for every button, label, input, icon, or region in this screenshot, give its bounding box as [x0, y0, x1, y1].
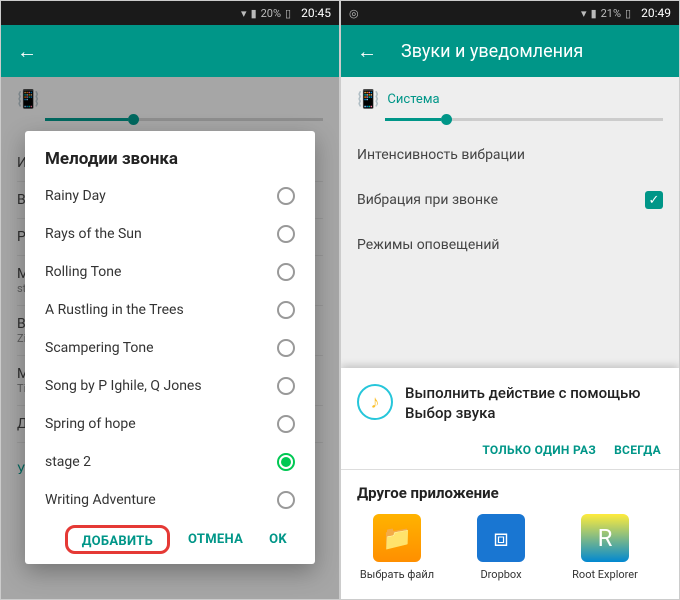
toolbar: ←: [1, 25, 339, 77]
ringtone-label: Writing Adventure: [45, 492, 156, 508]
ok-button[interactable]: OK: [261, 526, 295, 553]
ringtone-label: Rolling Tone: [45, 264, 121, 280]
radio-icon[interactable]: [277, 377, 295, 395]
phone-left: ▾ ▮ 20% ▯ 20:45 ← 📳 И В Р Мst ВZi МTi Д …: [0, 0, 340, 600]
ringtone-label: Rays of the Sun: [45, 226, 142, 242]
status-bar: ◎ ▾ ▮ 21% ▯ 20:49: [341, 1, 679, 25]
ringtone-label: stage 2: [45, 454, 91, 470]
row-label: Вибрация при звонке: [357, 192, 498, 208]
radio-icon[interactable]: [277, 453, 295, 471]
ringtone-item[interactable]: Spring of hope: [45, 405, 295, 443]
ringtone-dialog: Мелодии звонка Rainy DayRays of the SunR…: [25, 131, 315, 564]
signal-icon: ▮: [591, 7, 597, 20]
row-label: Интенсивность вибрации: [357, 147, 525, 163]
ringtone-item[interactable]: Writing Adventure: [45, 481, 295, 519]
signal-icon: ▮: [251, 7, 257, 20]
ringtone-list: Rainy Day Rays of the Sun Rolling Tone A Ru…: [45, 177, 295, 519]
action-title: Выполнить действие с помощью Выбор звука: [405, 384, 663, 423]
ringtone-item[interactable]: A Rustling in the Trees: [45, 291, 295, 329]
ringtone-label: A Rustling in the Trees: [45, 302, 184, 318]
ringtone-label: Rainy Day: [45, 188, 106, 204]
ringtone-item[interactable]: stage 2: [45, 443, 295, 481]
app-row: 📁 Выбрать файл ⧈ Dropbox R Root Explorer: [357, 514, 663, 581]
radio-icon[interactable]: [277, 225, 295, 243]
vibration-intensity-row[interactable]: Интенсивность вибрации: [341, 133, 679, 177]
battery-icon: ▯: [285, 7, 291, 20]
ringtone-item[interactable]: Rainy Day: [45, 177, 295, 215]
ringtone-item[interactable]: Rays of the Sun: [45, 215, 295, 253]
spotify-icon: ◎: [349, 7, 359, 20]
file-icon: 📁: [373, 514, 421, 562]
radio-icon[interactable]: [277, 415, 295, 433]
ringtone-label: Song by P Ighile, Q Jones: [45, 378, 202, 394]
battery-pct: 21%: [601, 7, 621, 20]
phone-vibrate-icon: 📳: [357, 89, 379, 110]
add-button[interactable]: ДОБАВИТЬ: [74, 528, 161, 555]
ringtone-item[interactable]: Rolling Tone: [45, 253, 295, 291]
ringtone-label: Spring of hope: [45, 416, 136, 432]
app-label: Root Explorer: [572, 568, 638, 581]
app-label: Dropbox: [480, 568, 521, 581]
back-icon[interactable]: ←: [17, 39, 37, 64]
radio-icon[interactable]: [277, 301, 295, 319]
wifi-icon: ▾: [581, 7, 587, 20]
other-app-title: Другое приложение: [357, 484, 663, 502]
ringtone-label: Scampering Tone: [45, 340, 154, 356]
status-bar: ▾ ▮ 20% ▯ 20:45: [1, 1, 339, 25]
status-time: 20:45: [301, 6, 331, 20]
alert-modes-row[interactable]: Режимы оповещений: [341, 223, 679, 267]
system-volume-slider[interactable]: [385, 118, 663, 121]
app-item[interactable]: 📁 Выбрать файл: [357, 514, 437, 581]
vibrate-checkbox[interactable]: ✓: [645, 191, 663, 209]
radio-icon[interactable]: [277, 187, 295, 205]
vibrate-on-call-row[interactable]: Вибрация при звонке ✓: [341, 177, 679, 223]
phone-right: ◎ ▾ ▮ 21% ▯ 20:49 ← Звуки и уведомления …: [340, 0, 680, 600]
slider-label: Система: [387, 92, 439, 107]
wifi-icon: ▾: [241, 7, 247, 20]
highlight-add: ДОБАВИТЬ: [65, 525, 170, 554]
battery-icon: ▯: [625, 7, 631, 20]
back-icon[interactable]: ←: [357, 39, 377, 64]
action-sheet: ♪ Выполнить действие с помощью Выбор зву…: [341, 368, 679, 599]
dialog-title: Мелодии звонка: [45, 149, 295, 169]
toolbar-title: Звуки и уведомления: [401, 41, 583, 62]
just-once-button[interactable]: ТОЛЬКО ОДИН РАЗ: [482, 443, 596, 457]
app-label: Выбрать файл: [360, 568, 434, 581]
ringtone-item[interactable]: Song by P Ighile, Q Jones: [45, 367, 295, 405]
status-time: 20:49: [641, 6, 671, 20]
always-button[interactable]: ВСЕГДА: [614, 443, 661, 457]
ringtone-item[interactable]: Scampering Tone: [45, 329, 295, 367]
app-item[interactable]: R Root Explorer: [565, 514, 645, 581]
app-item[interactable]: ⧈ Dropbox: [461, 514, 541, 581]
toolbar: ← Звуки и уведомления: [341, 25, 679, 77]
row-label: Режимы оповещений: [357, 237, 500, 253]
radio-icon[interactable]: [277, 263, 295, 281]
radio-icon[interactable]: [277, 491, 295, 509]
dropbox-icon: ⧈: [477, 514, 525, 562]
sound-picker-icon: ♪: [357, 384, 393, 420]
cancel-button[interactable]: ОТМЕНА: [180, 526, 251, 553]
battery-pct: 20%: [261, 7, 281, 20]
radio-icon[interactable]: [277, 339, 295, 357]
root-icon: R: [581, 514, 629, 562]
